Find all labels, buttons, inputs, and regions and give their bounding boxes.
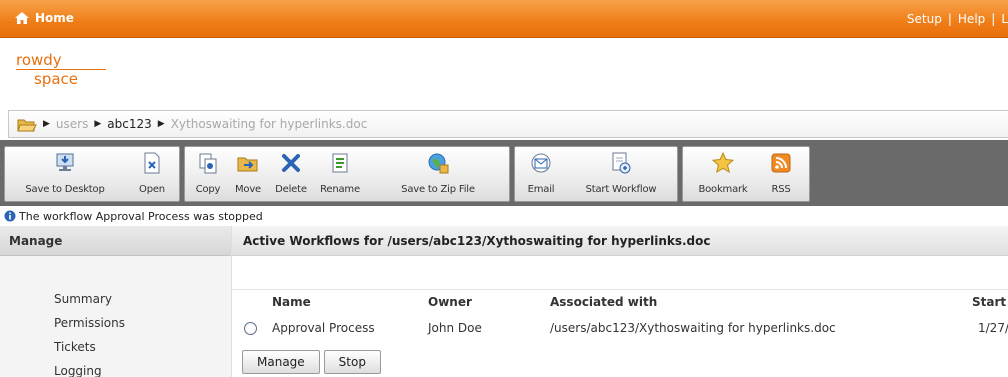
table-row[interactable]: Approval Process John Doe /users/abc123/… — [232, 318, 1008, 342]
breadcrumb-bar: ▶ users ▶ abc123 ▶ Xythoswaiting for hyp… — [8, 110, 1008, 138]
start-workflow-button[interactable]: Start Workflow — [569, 151, 673, 195]
sidebar-menu: Summary Permissions Tickets Logging — [54, 292, 125, 377]
status-message: The workflow Approval Process was stoppe… — [4, 208, 263, 224]
panel-spacer-row — [232, 256, 1008, 290]
column-header-start[interactable]: Start — [972, 295, 1006, 309]
breadcrumb-users[interactable]: users — [56, 117, 88, 131]
delete-label: Delete — [275, 184, 307, 195]
bookmark-label: Bookmark — [698, 184, 748, 195]
save-to-desktop-icon — [56, 153, 74, 171]
open-document-icon — [144, 152, 160, 174]
manage-button[interactable]: Manage — [242, 350, 320, 374]
rename-icon — [332, 153, 348, 173]
cell-associated: /users/abc123/Xythoswaiting for hyperlin… — [550, 321, 836, 335]
bookmark-button[interactable]: Bookmark — [691, 151, 755, 195]
chevron-right-icon: ▶ — [157, 119, 165, 129]
breadcrumb-current-file: Xythoswaiting for hyperlinks.doc — [170, 117, 368, 131]
delete-button[interactable]: Delete — [271, 151, 311, 195]
sidebar-item-tickets[interactable]: Tickets — [54, 340, 125, 364]
workflows-panel: Active Workflows for /users/abc123/Xytho… — [232, 226, 1008, 377]
toolbar-group-edit: Copy Move Delete Rename Save to Zip File — [184, 146, 510, 202]
separator: | — [991, 12, 996, 26]
zip-globe-icon — [428, 153, 449, 174]
save-to-desktop-label: Save to Desktop — [25, 184, 105, 195]
move-folder-icon — [237, 157, 258, 172]
home-icon — [15, 12, 29, 24]
bookmark-star-icon — [711, 151, 735, 174]
save-to-zip-button[interactable]: Save to Zip File — [371, 151, 505, 195]
separator: | — [947, 12, 952, 26]
toolbar: Save to Desktop Open Copy Move Delete Re… — [0, 140, 1008, 206]
sidebar-item-logging[interactable]: Logging — [54, 364, 125, 377]
chevron-right-icon: ▶ — [94, 119, 102, 129]
open-label: Open — [139, 184, 165, 195]
rss-feed-icon — [771, 153, 791, 173]
rename-label: Rename — [320, 184, 360, 195]
stop-button[interactable]: Stop — [323, 350, 381, 374]
workflow-icon — [612, 152, 631, 174]
setup-link[interactable]: Setup — [907, 12, 942, 26]
sidebar-title: Manage — [0, 226, 231, 256]
manage-sidebar: Manage Summary Permissions Tickets Loggi… — [0, 226, 232, 377]
sidebar-item-permissions[interactable]: Permissions — [54, 316, 125, 340]
column-header-owner[interactable]: Owner — [428, 295, 472, 309]
email-label: Email — [527, 184, 555, 195]
toolbar-group-share: Email Start Workflow — [514, 146, 678, 202]
info-icon — [4, 210, 16, 222]
logo-band: rowdy space — [0, 38, 1008, 102]
page-title: Active Workflows for /users/abc123/Xytho… — [232, 226, 1008, 256]
status-message-text: The workflow Approval Process was stoppe… — [19, 209, 263, 223]
home-label: Home — [35, 11, 74, 25]
open-button[interactable]: Open — [129, 151, 175, 195]
start-workflow-label: Start Workflow — [585, 184, 657, 195]
logo-word-2: space — [34, 70, 79, 88]
toolbar-group-bookmark: Bookmark RSS — [682, 146, 810, 202]
cell-name: Approval Process — [272, 321, 375, 335]
rowdyspace-logo[interactable]: rowdy space — [16, 52, 106, 87]
help-link[interactable]: Help — [958, 12, 985, 26]
column-header-associated[interactable]: Associated with — [550, 295, 657, 309]
email-button[interactable]: Email — [521, 151, 561, 195]
save-to-desktop-button[interactable]: Save to Desktop — [9, 151, 121, 195]
open-folder-icon[interactable] — [17, 117, 37, 133]
home-link[interactable]: Home — [14, 11, 74, 25]
move-label: Move — [234, 184, 262, 195]
move-button[interactable]: Move — [229, 151, 267, 195]
toolbar-group-file: Save to Desktop Open — [4, 146, 180, 202]
column-header-name[interactable]: Name — [272, 295, 311, 309]
action-buttons: Manage Stop — [242, 350, 381, 374]
rename-button[interactable]: Rename — [315, 151, 365, 195]
delete-x-icon — [282, 154, 300, 172]
copy-button[interactable]: Copy — [191, 151, 225, 195]
row-select-radio[interactable] — [244, 322, 257, 335]
cell-owner: John Doe — [428, 321, 482, 335]
chevron-right-icon: ▶ — [43, 119, 50, 129]
save-to-zip-label: Save to Zip File — [401, 184, 475, 195]
breadcrumb: ▶ users ▶ abc123 ▶ Xythoswaiting for hyp… — [43, 117, 367, 131]
logo-word-1: rowdy — [16, 51, 62, 69]
table-header: Name Owner Associated with Start — [232, 292, 1008, 314]
top-nav-bar: Home Setup | Help | L — [0, 0, 1008, 38]
rss-button[interactable]: RSS — [761, 151, 801, 195]
sidebar-item-summary[interactable]: Summary — [54, 292, 125, 316]
cell-start: 1/27/ — [978, 321, 1008, 335]
logout-link[interactable]: L — [1001, 12, 1008, 26]
rss-label: RSS — [771, 184, 791, 195]
breadcrumb-abc123[interactable]: abc123 — [107, 117, 151, 131]
email-envelope-icon — [531, 153, 551, 173]
copy-icon — [199, 153, 217, 174]
top-links: Setup | Help | L — [907, 12, 1008, 26]
copy-label: Copy — [195, 184, 221, 195]
